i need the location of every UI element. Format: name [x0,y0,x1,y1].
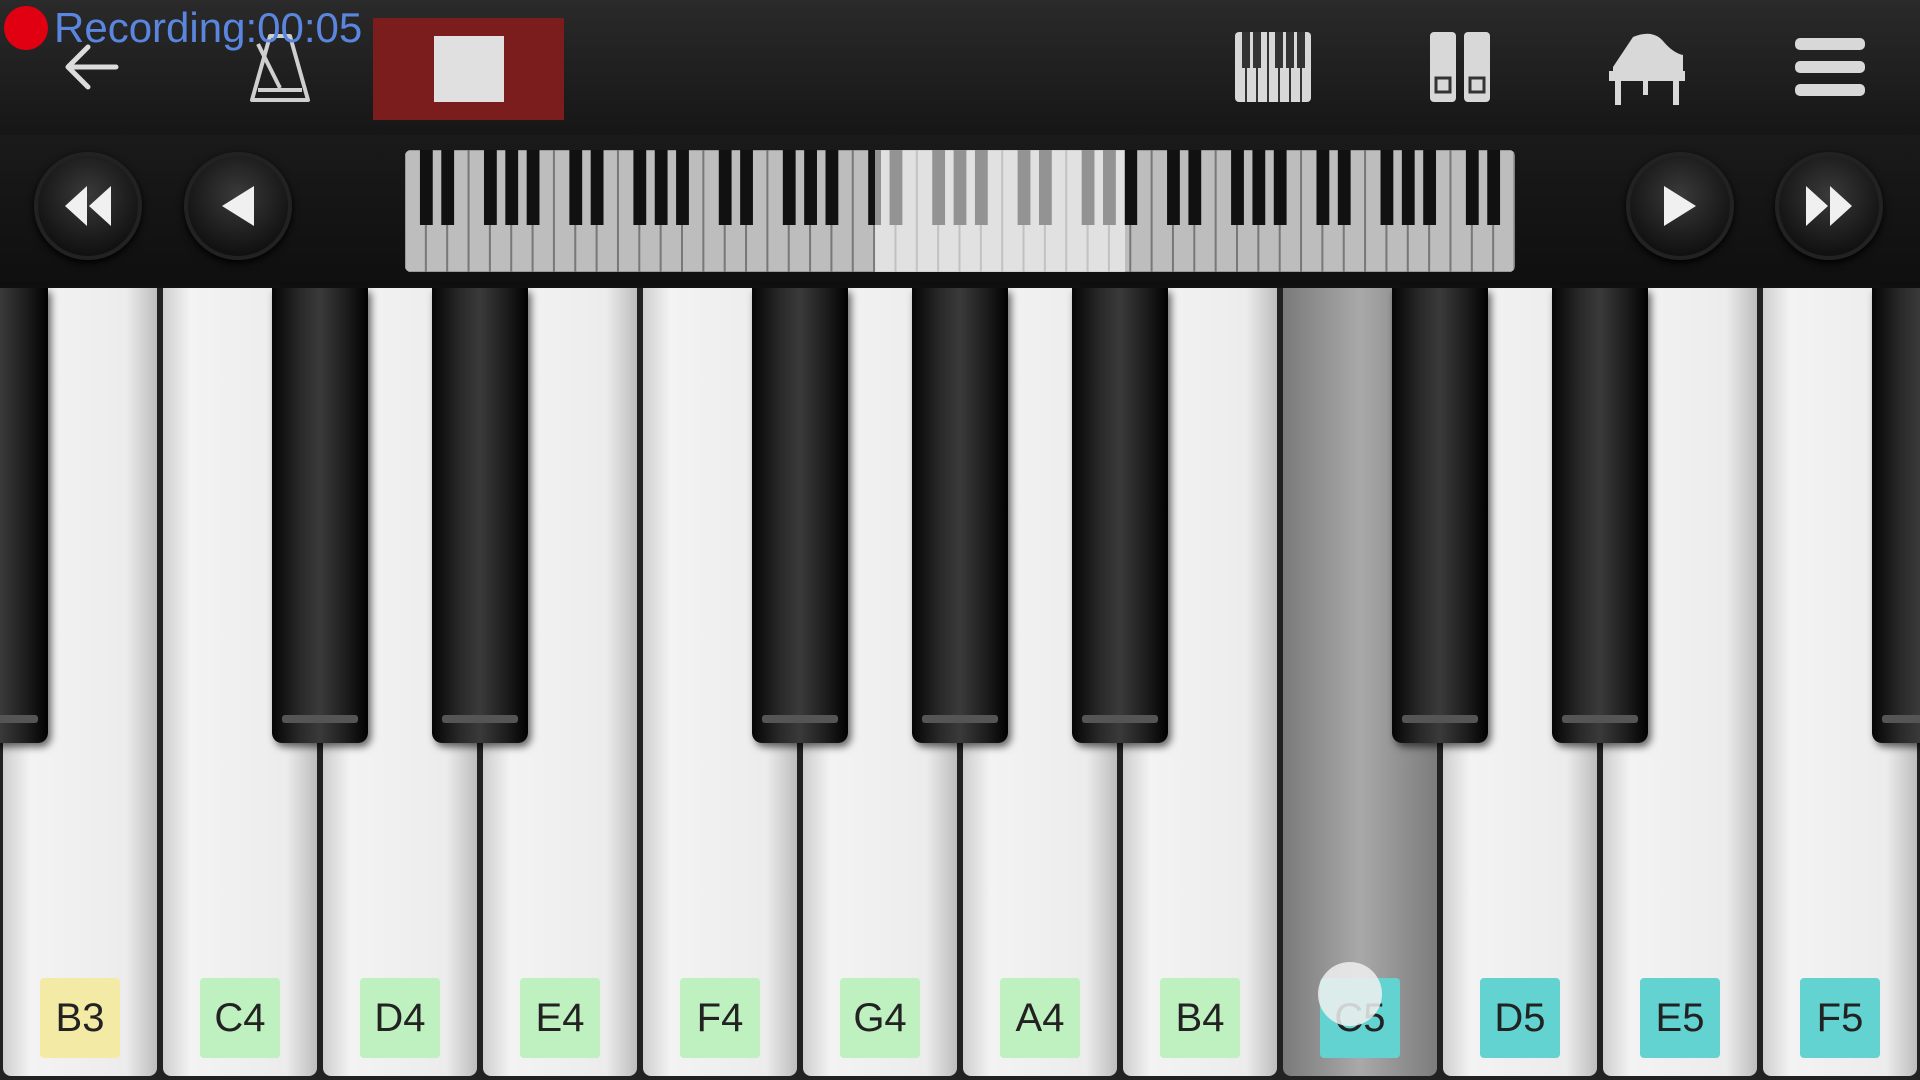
key-label: F5 [1800,978,1880,1058]
key-label: B4 [1160,978,1240,1058]
next-button[interactable] [1626,152,1734,260]
rewind-icon [65,186,111,226]
black-key[interactable] [272,288,368,743]
visible-range-highlight[interactable] [875,150,1125,272]
recording-status: Recording:00:05 [54,4,363,51]
key-label: F4 [680,978,760,1058]
recording-indicator: Recording:00:05 [4,2,362,54]
grand-piano-icon [1609,33,1685,105]
key-label: A4 [1000,978,1080,1058]
rewind-button[interactable] [34,152,142,260]
key-label: C4 [200,978,280,1058]
stop-icon [433,36,504,102]
key-label: E4 [520,978,600,1058]
fast-forward-icon [1806,186,1852,226]
prev-icon [222,186,254,226]
black-key[interactable] [752,288,848,743]
record-dot-icon [4,6,48,50]
keyboard-layout-button[interactable] [1230,14,1315,120]
key-label: B3 [40,978,120,1058]
black-key[interactable] [0,288,48,743]
black-key[interactable] [1552,288,1648,743]
key-label: G4 [840,978,920,1058]
key-label: D4 [360,978,440,1058]
next-icon [1664,186,1696,226]
touch-indicator [1318,962,1382,1026]
black-key[interactable] [1872,288,1920,743]
key-label: E5 [1640,978,1720,1058]
menu-button[interactable] [1790,14,1870,120]
keyboard-layout-icon [1234,32,1311,102]
dual-keyboard-icon [1430,32,1490,102]
black-key[interactable] [912,288,1008,743]
mini-keyboard-scroller[interactable] [405,150,1515,272]
dual-keyboard-button[interactable] [1420,14,1500,120]
black-key[interactable] [432,288,528,743]
recording-label: Recording [54,4,246,51]
stop-recording-button[interactable] [373,18,564,120]
menu-icon [1795,38,1865,96]
keyboard-navigator [0,135,1920,285]
fast-forward-button[interactable] [1775,152,1883,260]
instrument-button[interactable] [1600,14,1690,120]
black-key[interactable] [1392,288,1488,743]
recording-time: 00:05 [257,4,363,51]
piano-keyboard: B3C4D4E4F4G4A4B4C5D5E5F5 [0,288,1920,1080]
top-toolbar: Recording:00:05 [0,0,1920,135]
previous-button[interactable] [184,152,292,260]
black-key[interactable] [1072,288,1168,743]
key-label: D5 [1480,978,1560,1058]
